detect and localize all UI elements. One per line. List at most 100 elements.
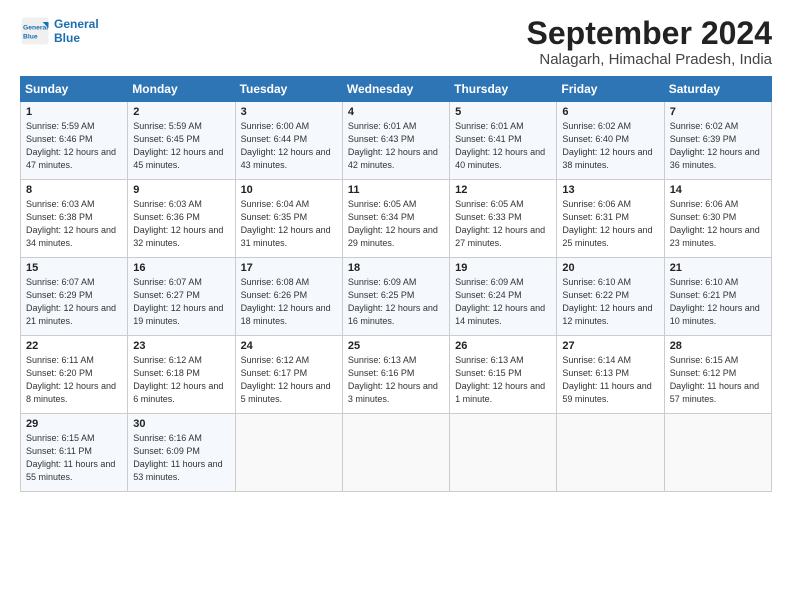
calendar-cell: 21 Sunrise: 6:10 AM Sunset: 6:21 PM Dayl… (664, 258, 771, 336)
calendar-week-row: 1 Sunrise: 5:59 AM Sunset: 6:46 PM Dayli… (21, 102, 772, 180)
logo: General Blue General Blue (20, 16, 99, 46)
cell-content: Sunrise: 6:01 AM Sunset: 6:41 PM Dayligh… (455, 120, 551, 172)
day-header-sunday: Sunday (21, 77, 128, 102)
calendar-week-row: 8 Sunrise: 6:03 AM Sunset: 6:38 PM Dayli… (21, 180, 772, 258)
day-number: 28 (670, 340, 766, 352)
calendar-cell: 25 Sunrise: 6:13 AM Sunset: 6:16 PM Dayl… (342, 336, 449, 414)
cell-content: Sunrise: 6:12 AM Sunset: 6:17 PM Dayligh… (241, 354, 337, 406)
day-number: 3 (241, 106, 337, 118)
calendar-cell: 6 Sunrise: 6:02 AM Sunset: 6:40 PM Dayli… (557, 102, 664, 180)
cell-content: Sunrise: 6:11 AM Sunset: 6:20 PM Dayligh… (26, 354, 122, 406)
cell-content: Sunrise: 6:10 AM Sunset: 6:22 PM Dayligh… (562, 276, 658, 328)
calendar-cell (450, 414, 557, 492)
cell-content: Sunrise: 6:02 AM Sunset: 6:40 PM Dayligh… (562, 120, 658, 172)
calendar-cell: 15 Sunrise: 6:07 AM Sunset: 6:29 PM Dayl… (21, 258, 128, 336)
calendar-cell: 4 Sunrise: 6:01 AM Sunset: 6:43 PM Dayli… (342, 102, 449, 180)
cell-content: Sunrise: 6:01 AM Sunset: 6:43 PM Dayligh… (348, 120, 444, 172)
day-number: 4 (348, 106, 444, 118)
cell-content: Sunrise: 6:08 AM Sunset: 6:26 PM Dayligh… (241, 276, 337, 328)
month-title: September 2024 (527, 16, 772, 51)
calendar-week-row: 22 Sunrise: 6:11 AM Sunset: 6:20 PM Dayl… (21, 336, 772, 414)
cell-content: Sunrise: 6:13 AM Sunset: 6:15 PM Dayligh… (455, 354, 551, 406)
header: General Blue General Blue September 2024… (20, 16, 772, 68)
day-number: 8 (26, 184, 122, 196)
day-header-wednesday: Wednesday (342, 77, 449, 102)
day-header-saturday: Saturday (664, 77, 771, 102)
day-number: 10 (241, 184, 337, 196)
calendar-cell: 12 Sunrise: 6:05 AM Sunset: 6:33 PM Dayl… (450, 180, 557, 258)
calendar-cell: 19 Sunrise: 6:09 AM Sunset: 6:24 PM Dayl… (450, 258, 557, 336)
calendar-cell (342, 414, 449, 492)
cell-content: Sunrise: 6:03 AM Sunset: 6:36 PM Dayligh… (133, 198, 229, 250)
logo-text-line2: Blue (54, 31, 99, 45)
cell-content: Sunrise: 6:05 AM Sunset: 6:34 PM Dayligh… (348, 198, 444, 250)
calendar-cell: 8 Sunrise: 6:03 AM Sunset: 6:38 PM Dayli… (21, 180, 128, 258)
calendar-cell: 14 Sunrise: 6:06 AM Sunset: 6:30 PM Dayl… (664, 180, 771, 258)
calendar-cell: 29 Sunrise: 6:15 AM Sunset: 6:11 PM Dayl… (21, 414, 128, 492)
calendar-cell: 22 Sunrise: 6:11 AM Sunset: 6:20 PM Dayl… (21, 336, 128, 414)
calendar-cell (664, 414, 771, 492)
cell-content: Sunrise: 6:12 AM Sunset: 6:18 PM Dayligh… (133, 354, 229, 406)
day-number: 23 (133, 340, 229, 352)
calendar-cell: 18 Sunrise: 6:09 AM Sunset: 6:25 PM Dayl… (342, 258, 449, 336)
cell-content: Sunrise: 6:15 AM Sunset: 6:12 PM Dayligh… (670, 354, 766, 406)
day-number: 2 (133, 106, 229, 118)
day-number: 24 (241, 340, 337, 352)
location: Nalagarh, Himachal Pradesh, India (527, 51, 772, 68)
day-number: 21 (670, 262, 766, 274)
cell-content: Sunrise: 6:15 AM Sunset: 6:11 PM Dayligh… (26, 432, 122, 484)
cell-content: Sunrise: 6:02 AM Sunset: 6:39 PM Dayligh… (670, 120, 766, 172)
cell-content: Sunrise: 6:14 AM Sunset: 6:13 PM Dayligh… (562, 354, 658, 406)
day-number: 18 (348, 262, 444, 274)
calendar-cell: 27 Sunrise: 6:14 AM Sunset: 6:13 PM Dayl… (557, 336, 664, 414)
calendar-cell: 26 Sunrise: 6:13 AM Sunset: 6:15 PM Dayl… (450, 336, 557, 414)
day-header-tuesday: Tuesday (235, 77, 342, 102)
calendar-cell: 23 Sunrise: 6:12 AM Sunset: 6:18 PM Dayl… (128, 336, 235, 414)
day-number: 29 (26, 418, 122, 430)
calendar-week-row: 29 Sunrise: 6:15 AM Sunset: 6:11 PM Dayl… (21, 414, 772, 492)
calendar-cell: 1 Sunrise: 5:59 AM Sunset: 6:46 PM Dayli… (21, 102, 128, 180)
day-number: 5 (455, 106, 551, 118)
day-number: 16 (133, 262, 229, 274)
cell-content: Sunrise: 6:10 AM Sunset: 6:21 PM Dayligh… (670, 276, 766, 328)
calendar-cell: 11 Sunrise: 6:05 AM Sunset: 6:34 PM Dayl… (342, 180, 449, 258)
day-number: 6 (562, 106, 658, 118)
day-header-thursday: Thursday (450, 77, 557, 102)
svg-text:Blue: Blue (23, 34, 38, 41)
cell-content: Sunrise: 6:09 AM Sunset: 6:25 PM Dayligh… (348, 276, 444, 328)
calendar-cell (557, 414, 664, 492)
cell-content: Sunrise: 6:00 AM Sunset: 6:44 PM Dayligh… (241, 120, 337, 172)
calendar-cell: 13 Sunrise: 6:06 AM Sunset: 6:31 PM Dayl… (557, 180, 664, 258)
day-number: 7 (670, 106, 766, 118)
day-number: 26 (455, 340, 551, 352)
calendar-cell: 28 Sunrise: 6:15 AM Sunset: 6:12 PM Dayl… (664, 336, 771, 414)
day-number: 20 (562, 262, 658, 274)
cell-content: Sunrise: 6:09 AM Sunset: 6:24 PM Dayligh… (455, 276, 551, 328)
cell-content: Sunrise: 6:03 AM Sunset: 6:38 PM Dayligh… (26, 198, 122, 250)
calendar-header-row: SundayMondayTuesdayWednesdayThursdayFrid… (21, 77, 772, 102)
calendar-cell: 16 Sunrise: 6:07 AM Sunset: 6:27 PM Dayl… (128, 258, 235, 336)
day-number: 25 (348, 340, 444, 352)
cell-content: Sunrise: 6:04 AM Sunset: 6:35 PM Dayligh… (241, 198, 337, 250)
calendar-week-row: 15 Sunrise: 6:07 AM Sunset: 6:29 PM Dayl… (21, 258, 772, 336)
cell-content: Sunrise: 6:07 AM Sunset: 6:27 PM Dayligh… (133, 276, 229, 328)
day-number: 22 (26, 340, 122, 352)
day-header-friday: Friday (557, 77, 664, 102)
day-number: 19 (455, 262, 551, 274)
calendar-cell: 30 Sunrise: 6:16 AM Sunset: 6:09 PM Dayl… (128, 414, 235, 492)
day-number: 11 (348, 184, 444, 196)
calendar-cell: 7 Sunrise: 6:02 AM Sunset: 6:39 PM Dayli… (664, 102, 771, 180)
day-number: 15 (26, 262, 122, 274)
svg-text:General: General (23, 25, 48, 32)
day-header-monday: Monday (128, 77, 235, 102)
day-number: 17 (241, 262, 337, 274)
day-number: 27 (562, 340, 658, 352)
calendar-cell: 20 Sunrise: 6:10 AM Sunset: 6:22 PM Dayl… (557, 258, 664, 336)
calendar-cell: 17 Sunrise: 6:08 AM Sunset: 6:26 PM Dayl… (235, 258, 342, 336)
calendar-cell: 3 Sunrise: 6:00 AM Sunset: 6:44 PM Dayli… (235, 102, 342, 180)
day-number: 30 (133, 418, 229, 430)
day-number: 13 (562, 184, 658, 196)
day-number: 9 (133, 184, 229, 196)
day-number: 1 (26, 106, 122, 118)
calendar-cell: 2 Sunrise: 5:59 AM Sunset: 6:45 PM Dayli… (128, 102, 235, 180)
